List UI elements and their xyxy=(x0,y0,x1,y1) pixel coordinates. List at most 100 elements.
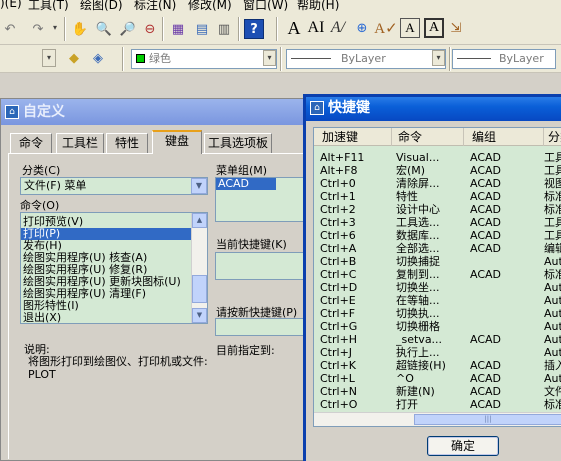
table-row[interactable]: Ctrl+J 执行上... Aut xyxy=(314,346,561,359)
menu-window[interactable]: 窗口(W) xyxy=(243,0,288,13)
table-row[interactable]: Ctrl+L ^O ACAD Aut xyxy=(314,372,561,385)
chevron-down-icon[interactable]: ▼ xyxy=(191,178,207,194)
cell-key: Alt+F11 xyxy=(320,151,365,164)
color-dropdown-icon[interactable]: ▾ xyxy=(263,50,276,66)
tab-commands[interactable]: 命令 xyxy=(10,133,52,153)
properties-icon[interactable]: ▦ xyxy=(168,19,188,39)
linetype-combo[interactable]: ByLayer xyxy=(286,49,446,69)
cell-key: Ctrl+G xyxy=(320,320,358,333)
table-row[interactable]: Ctrl+N 新建(N) ACAD 文件 xyxy=(314,385,561,398)
table-row[interactable]: Ctrl+H _setva... ACAD Aut xyxy=(314,333,561,346)
table-row[interactable]: Ctrl+2 设计中心 ACAD 标准 xyxy=(314,203,561,216)
menu-help[interactable]: 帮助(H) xyxy=(297,0,339,13)
commands-list[interactable]: 打印预览(V) 打印(P) 发布(H) 绘图实用程序(U) 核查(A) 绘图实用… xyxy=(20,212,208,324)
table-row[interactable]: Ctrl+0 清除屏... ACAD 视图 xyxy=(314,177,561,190)
scroll-down-icon[interactable]: ▼ xyxy=(192,308,207,323)
menu-edit[interactable]: )(E) xyxy=(0,0,22,10)
cell-group: ACAD xyxy=(470,333,502,346)
undo-icon[interactable]: ↶ xyxy=(0,19,20,39)
find-text-icon[interactable]: ⊕ xyxy=(352,18,372,38)
redo-icon[interactable]: ↷ xyxy=(28,19,48,39)
current-keys-list[interactable] xyxy=(215,252,306,280)
zoom-realtime-icon[interactable]: 🔍 xyxy=(94,19,114,39)
cell-group: ACAD xyxy=(470,151,502,164)
design-center-icon[interactable]: ▤ xyxy=(192,19,212,39)
column-header-key[interactable]: 加速键 xyxy=(314,128,392,146)
table-row[interactable]: Ctrl+A 全部选... ACAD 编辑 xyxy=(314,242,561,255)
cell-group: ACAD xyxy=(470,177,502,190)
new-key-input[interactable] xyxy=(215,318,306,336)
standard-toolbar: ↶ ↷ ▾ ✋ 🔍 🔎 ⊖ ▦ ▤ ▥ ? A AI A/ ⊕ A✓ A A ⇲ xyxy=(0,13,561,45)
linetype-dropdown-icon[interactable]: ▾ xyxy=(432,50,445,66)
table-row[interactable]: Ctrl+D 切换坐... Aut xyxy=(314,281,561,294)
layer-dropdown-icon[interactable]: ▾ xyxy=(42,49,56,67)
table-hscrollbar[interactable]: ||| xyxy=(314,412,561,426)
separator xyxy=(449,47,451,71)
lineweight-value: ByLayer xyxy=(499,52,544,65)
table-row[interactable]: Ctrl+F 切换执... Aut xyxy=(314,307,561,320)
tab-properties[interactable]: 特性 xyxy=(106,133,148,153)
tool-palettes-icon[interactable]: ▥ xyxy=(214,19,234,39)
cell-key: Ctrl+C xyxy=(320,268,357,281)
table-row[interactable]: Ctrl+1 特性 ACAD 标准 xyxy=(314,190,561,203)
cell-group: ACAD xyxy=(470,359,502,372)
help-icon[interactable]: ? xyxy=(244,19,264,39)
table-row[interactable]: Ctrl+G 切换栅格 Aut xyxy=(314,320,561,333)
commands-label: 命令(O) xyxy=(20,199,60,212)
menu-draw[interactable]: 绘图(D) xyxy=(80,0,123,13)
commands-scrollbar[interactable]: ▲ ▼ xyxy=(191,213,207,323)
redo-dropdown-icon[interactable]: ▾ xyxy=(48,20,62,38)
column-header-command[interactable]: 命令 xyxy=(392,128,464,146)
menu-group-list[interactable]: ACAD xyxy=(215,177,306,193)
table-row[interactable]: Ctrl+C 复制到... ACAD 标准 xyxy=(314,268,561,281)
column-header-group[interactable]: 编组 xyxy=(464,128,544,146)
ok-button[interactable]: 确定 xyxy=(427,436,499,456)
menu-tools[interactable]: 工具(T) xyxy=(28,0,69,13)
scroll-thumb[interactable] xyxy=(192,275,207,303)
edit-text-icon[interactable]: A/ xyxy=(328,18,348,38)
lineweight-combo[interactable]: ByLayer xyxy=(452,49,556,69)
pan-realtime-icon[interactable]: ✋ xyxy=(70,19,90,39)
cell-command: 工具选... xyxy=(396,216,440,229)
category-select[interactable]: 文件(F) 菜单 ▼ xyxy=(20,177,208,195)
shortcut-titlebar: ⌂ 快捷键 xyxy=(306,97,561,121)
zoom-window-icon[interactable]: 🔎 xyxy=(118,19,138,39)
layer-previous-icon[interactable]: ◆ xyxy=(64,48,84,68)
list-item[interactable]: 退出(X) xyxy=(21,312,207,324)
menu-group-item[interactable]: ACAD xyxy=(216,178,276,190)
multiline-text-icon[interactable]: AI xyxy=(306,18,326,38)
scroll-up-icon[interactable]: ▲ xyxy=(192,213,207,228)
cell-key: Ctrl+6 xyxy=(320,229,356,242)
table-row[interactable]: Ctrl+B 切换捕捉 Aut xyxy=(314,255,561,268)
cell-command: 执行上... xyxy=(396,346,440,359)
zoom-previous-icon[interactable]: ⊖ xyxy=(140,19,160,39)
text-icon[interactable]: A xyxy=(284,18,304,38)
table-row[interactable]: Ctrl+E 在等轴... Aut xyxy=(314,294,561,307)
layer-manager-icon[interactable]: ◈ xyxy=(88,48,108,68)
menu-dimension[interactable]: 标注(N) xyxy=(134,0,176,13)
table-row[interactable]: Ctrl+O 打开 ACAD 标准 xyxy=(314,398,561,411)
hscroll-thumb[interactable]: ||| xyxy=(414,414,561,425)
color-combo[interactable]: 绿色 xyxy=(131,49,277,69)
tab-keyboard[interactable]: 键盘 xyxy=(152,130,202,154)
cell-category: 标准 xyxy=(544,398,561,411)
spell-check-icon[interactable]: A✓ xyxy=(374,18,397,38)
column-header-category[interactable]: 分类 xyxy=(544,128,561,146)
table-row[interactable]: Ctrl+3 工具选... ACAD 工具 xyxy=(314,216,561,229)
tab-toolbars[interactable]: 工具栏 xyxy=(56,133,104,153)
cell-category: Aut xyxy=(544,346,561,359)
table-row[interactable]: Alt+F8 宏(M) ACAD 工具 xyxy=(314,164,561,177)
text-style-icon[interactable]: A xyxy=(400,18,420,38)
menu-modify[interactable]: 修改(M) xyxy=(188,0,232,13)
linetype-value: ByLayer xyxy=(341,52,386,65)
table-row[interactable]: Ctrl+6 数据库... ACAD 工具 xyxy=(314,229,561,242)
tab-tool-palettes[interactable]: 工具选项板 xyxy=(204,133,272,153)
table-row[interactable]: Ctrl+K 超链接(H) ACAD 插入 xyxy=(314,359,561,372)
cell-key: Ctrl+J xyxy=(320,346,353,359)
justify-text-icon[interactable]: ⇲ xyxy=(446,18,466,38)
scale-text-icon[interactable]: A xyxy=(424,18,444,38)
cell-key: Ctrl+O xyxy=(320,398,358,411)
cell-category: 编辑 xyxy=(544,242,561,255)
table-row[interactable]: Alt+F11 Visual... ACAD 工具 xyxy=(314,151,561,164)
cell-group: ACAD xyxy=(470,164,502,177)
